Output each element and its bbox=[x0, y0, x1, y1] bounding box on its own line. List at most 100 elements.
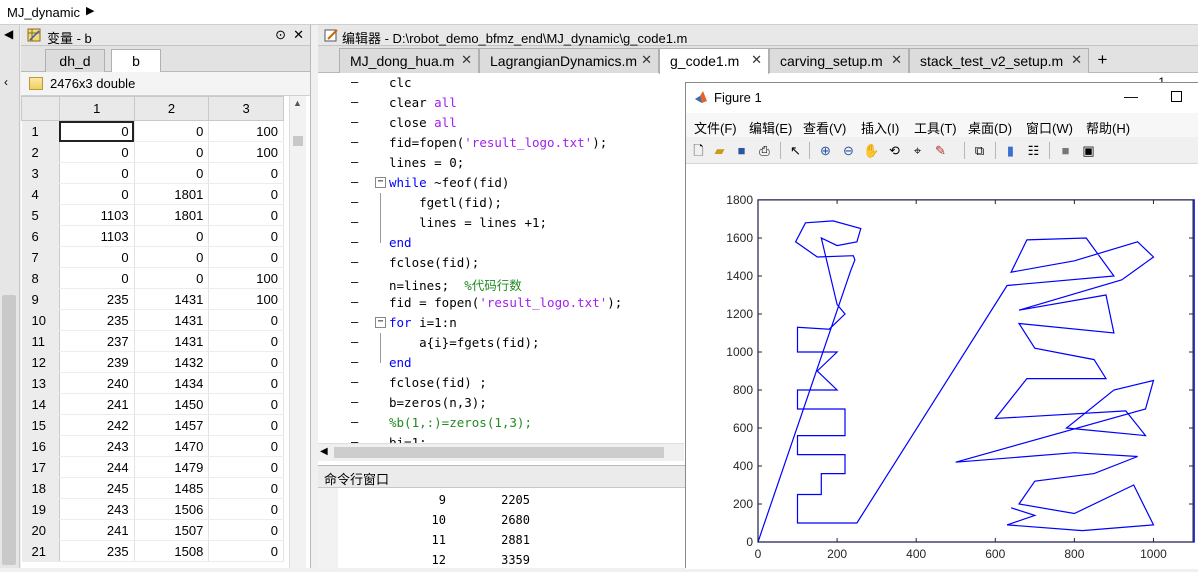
grid-cell[interactable]: 1431 bbox=[134, 330, 210, 352]
grid-cell[interactable]: 1507 bbox=[134, 519, 210, 541]
grid-cell[interactable]: 0 bbox=[59, 141, 135, 163]
grid-cell[interactable]: 0 bbox=[208, 351, 284, 373]
tab-lagrangian-dynamics[interactable]: LagrangianDynamics.m ✕ bbox=[479, 48, 659, 73]
grid-cell[interactable]: 0 bbox=[208, 498, 284, 520]
grid-cell[interactable]: 1434 bbox=[134, 372, 210, 394]
menu-file[interactable]: 文件(F) bbox=[694, 118, 737, 137]
tab-carving-setup[interactable]: carving_setup.m ✕ bbox=[769, 48, 909, 73]
close-tab-icon[interactable]: ✕ bbox=[1071, 52, 1082, 68]
close-tab-icon[interactable]: ✕ bbox=[891, 52, 902, 68]
menu-window[interactable]: 窗口(W) bbox=[1026, 118, 1073, 137]
grid-cell[interactable]: 1506 bbox=[134, 498, 210, 520]
menu-edit[interactable]: 编辑(E) bbox=[749, 118, 792, 137]
grid-cell[interactable]: 244 bbox=[59, 456, 135, 478]
breakpoint-marker[interactable]: – bbox=[351, 315, 358, 329]
row-header[interactable]: 17 bbox=[21, 456, 60, 478]
grid-cell[interactable]: 1479 bbox=[134, 456, 210, 478]
legend-icon[interactable]: ☷ bbox=[1025, 142, 1042, 159]
grid-cell[interactable]: 241 bbox=[59, 393, 135, 415]
show-plot-tools-icon[interactable]: ▣ bbox=[1080, 142, 1097, 159]
row-header[interactable]: 20 bbox=[21, 519, 60, 541]
grid-cell[interactable]: 1450 bbox=[134, 393, 210, 415]
breakpoint-marker[interactable]: – bbox=[351, 375, 358, 389]
row-header[interactable]: 6 bbox=[21, 225, 60, 247]
breakpoint-marker[interactable]: – bbox=[351, 395, 358, 409]
close-tab-icon[interactable]: ✕ bbox=[751, 52, 762, 68]
tab-dh-d[interactable]: dh_d bbox=[45, 49, 105, 72]
figure-canvas[interactable]: 0 200 400 600 800 1000 0 200 400 600 800 1000 1200 14… bbox=[686, 164, 1198, 569]
row-header[interactable]: 9 bbox=[21, 288, 60, 310]
grid-cell[interactable]: 0 bbox=[134, 162, 210, 184]
grid-cell[interactable]: 0 bbox=[134, 225, 210, 247]
grid-cell[interactable]: 0 bbox=[59, 120, 135, 142]
data-cursor-icon[interactable]: ⌖ bbox=[909, 142, 926, 159]
row-header[interactable]: 13 bbox=[21, 372, 60, 394]
scroll-thumb[interactable] bbox=[293, 136, 303, 146]
row-header[interactable]: 15 bbox=[21, 414, 60, 436]
grid-cell[interactable]: 237 bbox=[59, 330, 135, 352]
grid-cell[interactable]: 242 bbox=[59, 414, 135, 436]
minimize-button[interactable]: — bbox=[1124, 88, 1138, 104]
breakpoint-marker[interactable]: – bbox=[351, 355, 358, 369]
grid-cell[interactable]: 0 bbox=[208, 456, 284, 478]
row-header[interactable]: 4 bbox=[21, 183, 60, 205]
breakpoint-marker[interactable]: – bbox=[351, 235, 358, 249]
row-header[interactable]: 5 bbox=[21, 204, 60, 226]
grid-cell[interactable]: 1801 bbox=[134, 183, 210, 205]
breakpoint-marker[interactable]: – bbox=[351, 175, 358, 189]
breakpoint-marker[interactable]: – bbox=[351, 295, 358, 309]
row-header[interactable]: 2 bbox=[21, 141, 60, 163]
grid-cell[interactable]: 0 bbox=[134, 141, 210, 163]
close-tab-icon[interactable]: ✕ bbox=[461, 52, 472, 68]
grid-cell[interactable]: 1801 bbox=[134, 204, 210, 226]
path-arrow-icon[interactable]: ▶ bbox=[86, 4, 94, 17]
grid-cell[interactable]: 240 bbox=[59, 372, 135, 394]
grid-cell[interactable]: 0 bbox=[208, 330, 284, 352]
path-label[interactable]: MJ_dynamic bbox=[7, 5, 80, 20]
print-icon[interactable]: ⎙ bbox=[756, 142, 773, 159]
row-header[interactable]: 16 bbox=[21, 435, 60, 457]
figure-titlebar[interactable]: Figure 1 — bbox=[686, 83, 1198, 113]
column-header[interactable]: 1 bbox=[58, 96, 135, 121]
menu-insert[interactable]: 插入(I) bbox=[861, 118, 899, 137]
link-icon[interactable]: ⧉ bbox=[971, 142, 988, 159]
scroll-thumb[interactable] bbox=[334, 447, 664, 458]
grid-cell[interactable]: 1470 bbox=[134, 435, 210, 457]
grid-cell[interactable]: 243 bbox=[59, 435, 135, 457]
grid-scrollbar[interactable]: ▲ bbox=[289, 96, 306, 568]
grid-cell[interactable]: 0 bbox=[208, 183, 284, 205]
grid-cell[interactable]: 235 bbox=[59, 288, 135, 310]
grid-cell[interactable]: 1432 bbox=[134, 351, 210, 373]
grid-cell[interactable]: 0 bbox=[208, 519, 284, 541]
grid-cell[interactable]: 1431 bbox=[134, 309, 210, 331]
grid-cell[interactable]: 0 bbox=[59, 246, 135, 268]
grid-cell[interactable]: 0 bbox=[208, 204, 284, 226]
grid-cell[interactable]: 243 bbox=[59, 498, 135, 520]
add-tab-button[interactable]: + bbox=[1090, 50, 1115, 72]
row-header[interactable]: 12 bbox=[21, 351, 60, 373]
menu-view[interactable]: 查看(V) bbox=[803, 118, 846, 137]
breakpoint-marker[interactable]: – bbox=[351, 135, 358, 149]
grid-cell[interactable]: 1103 bbox=[59, 225, 135, 247]
grid-cell[interactable]: 1457 bbox=[134, 414, 210, 436]
grid-cell[interactable]: 0 bbox=[208, 477, 284, 499]
tab-mj-dong-hua[interactable]: MJ_dong_hua.m ✕ bbox=[339, 48, 479, 73]
save-icon[interactable]: ■ bbox=[733, 142, 750, 159]
row-header[interactable]: 14 bbox=[21, 393, 60, 415]
close-icon[interactable]: ✕ bbox=[293, 27, 304, 43]
scroll-left-icon[interactable]: ◀ bbox=[320, 446, 328, 457]
grid-cell[interactable]: 239 bbox=[59, 351, 135, 373]
rotate-icon[interactable]: ⟲ bbox=[886, 142, 903, 159]
grid-cell[interactable]: 0 bbox=[134, 246, 210, 268]
grid-cell[interactable]: 0 bbox=[59, 162, 135, 184]
zoom-out-icon[interactable]: ⊖ bbox=[840, 142, 857, 159]
grid-cell[interactable]: 100 bbox=[208, 288, 284, 310]
grid-cell[interactable]: 0 bbox=[208, 309, 284, 331]
column-header[interactable]: 2 bbox=[133, 96, 210, 121]
grid-cell[interactable]: 1508 bbox=[134, 540, 210, 562]
grid-cell[interactable]: 100 bbox=[208, 141, 284, 163]
menu-help[interactable]: 帮助(H) bbox=[1086, 118, 1130, 137]
row-header[interactable]: 10 bbox=[21, 309, 60, 331]
grid-cell[interactable]: 0 bbox=[208, 393, 284, 415]
breakpoint-marker[interactable]: – bbox=[351, 215, 358, 229]
